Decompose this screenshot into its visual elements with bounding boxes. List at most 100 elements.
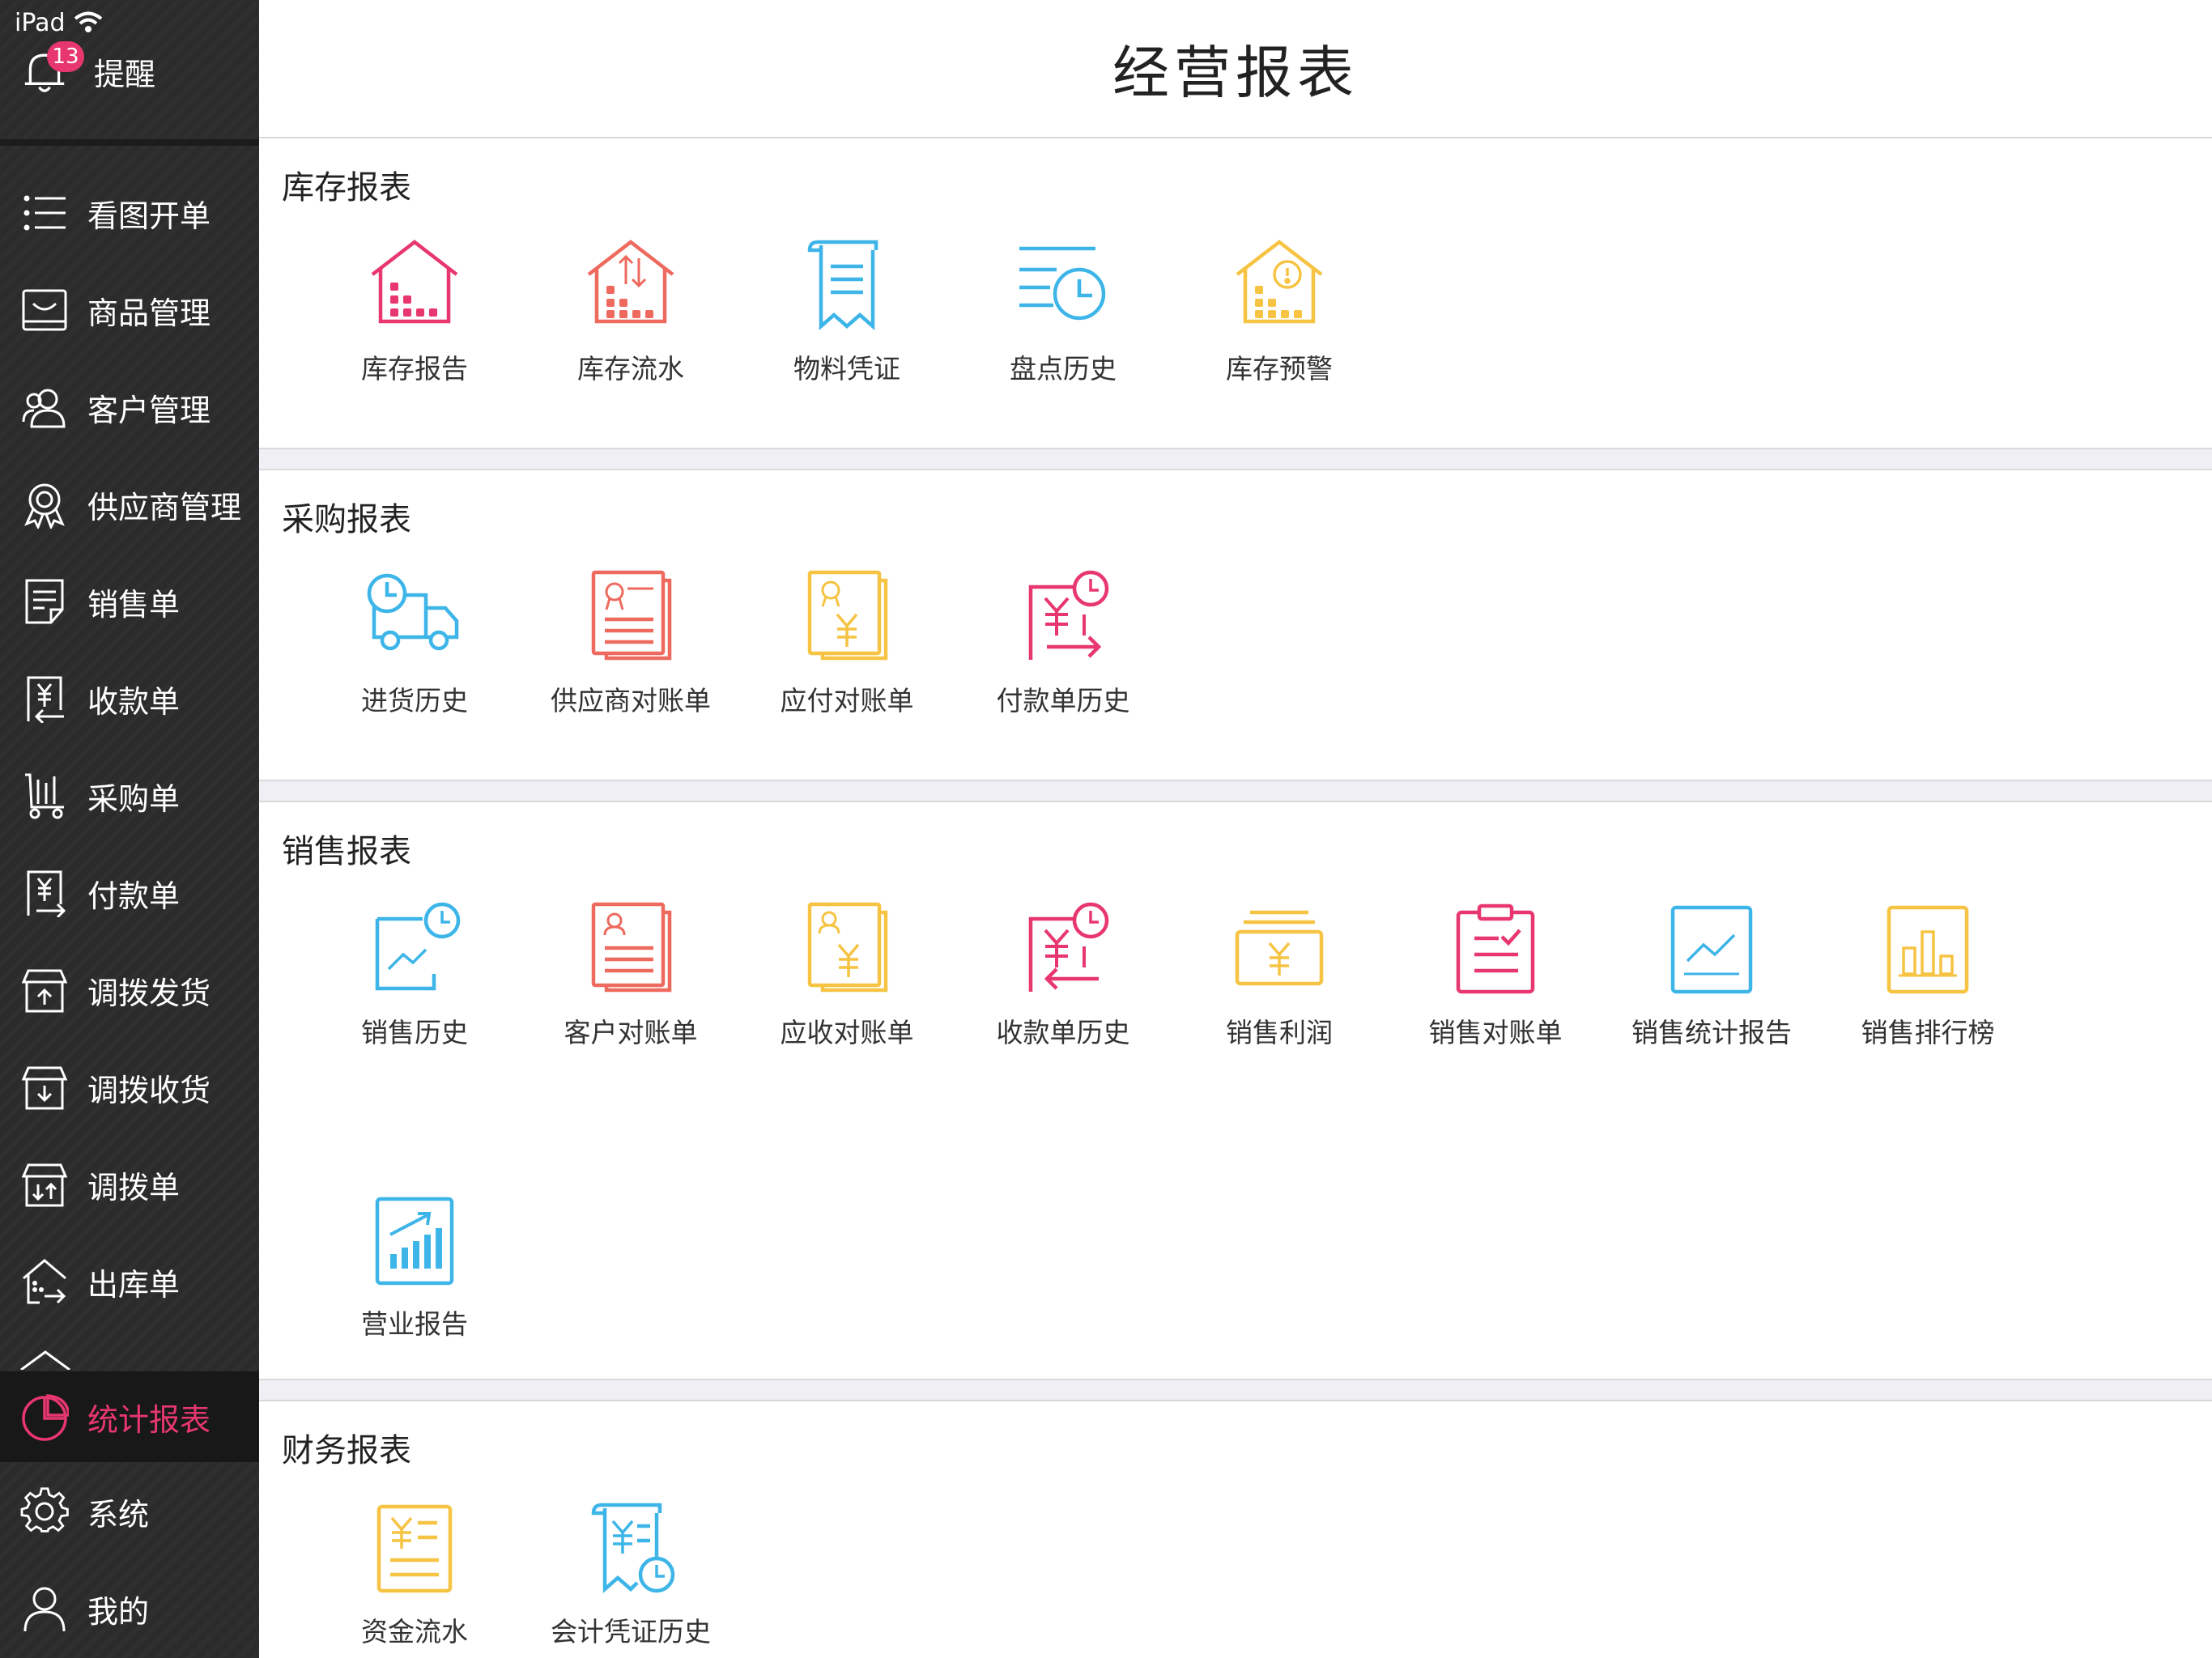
report-tile-sales-profit[interactable]: 销售利润 xyxy=(1172,901,1387,1087)
cash-flow-icon xyxy=(366,1500,463,1597)
nav-item-transfer-send[interactable]: 调拨发货 xyxy=(0,946,259,1035)
nav-label: 采购单 xyxy=(87,780,181,817)
nav-item-sales-order[interactable]: 销售单 xyxy=(0,557,259,646)
pie-chart-icon xyxy=(18,1390,71,1443)
inventory-clock-icon xyxy=(1015,237,1112,334)
report-tile-label: 应收对账单 xyxy=(780,1017,914,1048)
report-tile-label: 销售统计报告 xyxy=(1631,1017,1792,1048)
report-tile-label: 盘点历史 xyxy=(1010,353,1117,385)
nav-item-payment[interactable]: 付款单 xyxy=(0,848,259,937)
report-tile-receipt-history[interactable]: 收款单历史 xyxy=(955,901,1171,1087)
receipt-yen-icon xyxy=(18,672,71,725)
report-tile-business-report[interactable]: 营业报告 xyxy=(307,1192,522,1379)
supplier-badge-icon xyxy=(18,478,71,531)
bell-icon: 13 xyxy=(18,41,84,98)
payable-statement-icon xyxy=(798,569,895,666)
nav-partial-item xyxy=(0,1346,259,1370)
nav-item-system[interactable]: 系统 xyxy=(0,1467,259,1556)
report-tile-payment-history[interactable]: 付款单历史 xyxy=(955,569,1171,755)
report-tile-supplier-statement[interactable]: 供应商对账单 xyxy=(523,569,738,755)
accounting-voucher-icon xyxy=(582,1500,679,1597)
nav-item-kantu[interactable]: 看图开单 xyxy=(0,168,259,257)
receivable-statement-icon xyxy=(798,901,895,998)
user-icon xyxy=(18,1582,71,1635)
report-tile-inventory-flow[interactable]: 库存流水 xyxy=(523,237,738,423)
nav-item-products[interactable]: 商品管理 xyxy=(0,266,259,355)
nav-label: 供应商管理 xyxy=(87,489,242,525)
nav-label: 统计报表 xyxy=(87,1401,211,1438)
section-finance-reports: 财务报表 资金流水 会计凭证历史 xyxy=(259,1403,2212,1658)
section-divider xyxy=(259,1379,2212,1401)
report-tile-inventory-warning[interactable]: 库存预警 xyxy=(1172,237,1387,423)
nav-item-suppliers[interactable]: 供应商管理 xyxy=(0,460,259,549)
report-tile-sales-history[interactable]: 销售历史 xyxy=(307,901,522,1087)
nav-label: 出库单 xyxy=(87,1266,181,1303)
section-divider xyxy=(259,780,2212,802)
report-tile-inventory-report[interactable]: 库存报告 xyxy=(307,237,522,423)
report-tile-label: 应付对账单 xyxy=(780,685,914,716)
nav-item-statistics[interactable]: 统计报表 xyxy=(0,1371,259,1462)
report-tile-inventory-count-history[interactable]: 盘点历史 xyxy=(955,237,1171,423)
report-tile-receivable-statement[interactable]: 应收对账单 xyxy=(739,901,955,1087)
nav-item-customers[interactable]: 客户管理 xyxy=(0,363,259,452)
report-tile-label: 收款单历史 xyxy=(996,1017,1130,1048)
nav-item-outbound[interactable]: 出库单 xyxy=(0,1237,259,1326)
report-tile-label: 物料凭证 xyxy=(793,353,900,385)
business-report-icon xyxy=(366,1192,463,1290)
sales-history-icon xyxy=(366,901,463,998)
report-tile-label: 库存预警 xyxy=(1226,353,1333,385)
nav-label: 客户管理 xyxy=(87,392,211,428)
page-title: 经营报表 xyxy=(1112,40,1359,106)
nav-item-transfer-doc[interactable]: 调拨单 xyxy=(0,1140,259,1229)
report-tile-label: 销售历史 xyxy=(361,1017,468,1048)
nav-item-me[interactable]: 我的 xyxy=(0,1564,259,1653)
report-tile-label: 销售排行榜 xyxy=(1861,1017,1995,1048)
customer-statement-icon xyxy=(582,901,679,998)
report-tile-label: 供应商对账单 xyxy=(551,685,711,716)
nav-item-transfer-receive[interactable]: 调拨收货 xyxy=(0,1043,259,1132)
payment-history-icon xyxy=(1015,569,1112,666)
section-purchase-reports: 采购报表 进货历史 供应商对账单 应付对账单 付款单历史 xyxy=(259,472,2212,780)
nav-label: 销售单 xyxy=(87,586,181,623)
list-icon xyxy=(18,186,71,240)
report-tile-customer-statement[interactable]: 客户对账单 xyxy=(523,901,738,1087)
transfer-doc-icon xyxy=(18,1158,71,1211)
report-tile-cash-flow[interactable]: 资金流水 xyxy=(307,1500,522,1658)
nav-label: 系统 xyxy=(87,1496,150,1533)
report-tile-sales-statement[interactable]: 销售对账单 xyxy=(1388,901,1603,1087)
reminder-count-badge: 13 xyxy=(47,41,84,72)
report-tile-material-voucher[interactable]: 物料凭证 xyxy=(739,237,955,423)
status-bar: iPad xyxy=(15,6,103,39)
report-tile-label: 资金流水 xyxy=(361,1616,468,1647)
nav-item-purchase[interactable]: 采购单 xyxy=(0,751,259,840)
report-tile-label: 付款单历史 xyxy=(996,685,1130,716)
customers-icon xyxy=(18,380,71,434)
report-tile-sales-statistics[interactable]: 销售统计报告 xyxy=(1604,901,1819,1087)
receipt-history-icon xyxy=(1015,901,1112,998)
nav-label: 调拨发货 xyxy=(87,975,211,1011)
payment-yen-icon xyxy=(18,866,71,920)
nav-label: 看图开单 xyxy=(87,198,211,234)
gear-icon xyxy=(18,1485,71,1538)
product-box-icon xyxy=(18,283,71,337)
report-tile-label: 客户对账单 xyxy=(564,1017,698,1048)
nav-item-receipt[interactable]: 收款单 xyxy=(0,654,259,743)
page-header: 经营报表 xyxy=(259,0,2212,138)
reminder-label: 提醒 xyxy=(94,56,156,92)
report-tile-label: 进货历史 xyxy=(361,685,468,716)
wifi-icon xyxy=(74,11,102,32)
house-warning-icon xyxy=(1231,237,1328,334)
section-divider xyxy=(259,448,2212,470)
section-title: 销售报表 xyxy=(282,833,411,870)
profit-wallet-icon xyxy=(1231,901,1328,998)
voucher-scroll-icon xyxy=(798,237,895,334)
reminder-button[interactable]: 13 提醒 xyxy=(18,39,253,104)
nav-label: 付款单 xyxy=(87,878,181,914)
supplier-statement-icon xyxy=(582,569,679,666)
nav-label: 收款单 xyxy=(87,683,181,720)
report-tile-payable-statement[interactable]: 应付对账单 xyxy=(739,569,955,755)
report-tile-purchase-history[interactable]: 进货历史 xyxy=(307,569,522,755)
report-tile-accounting-voucher-history[interactable]: 会计凭证历史 xyxy=(523,1500,738,1658)
report-tile-sales-ranking[interactable]: 销售排行榜 xyxy=(1820,901,2035,1087)
bar-chart-icon xyxy=(1879,901,1976,998)
